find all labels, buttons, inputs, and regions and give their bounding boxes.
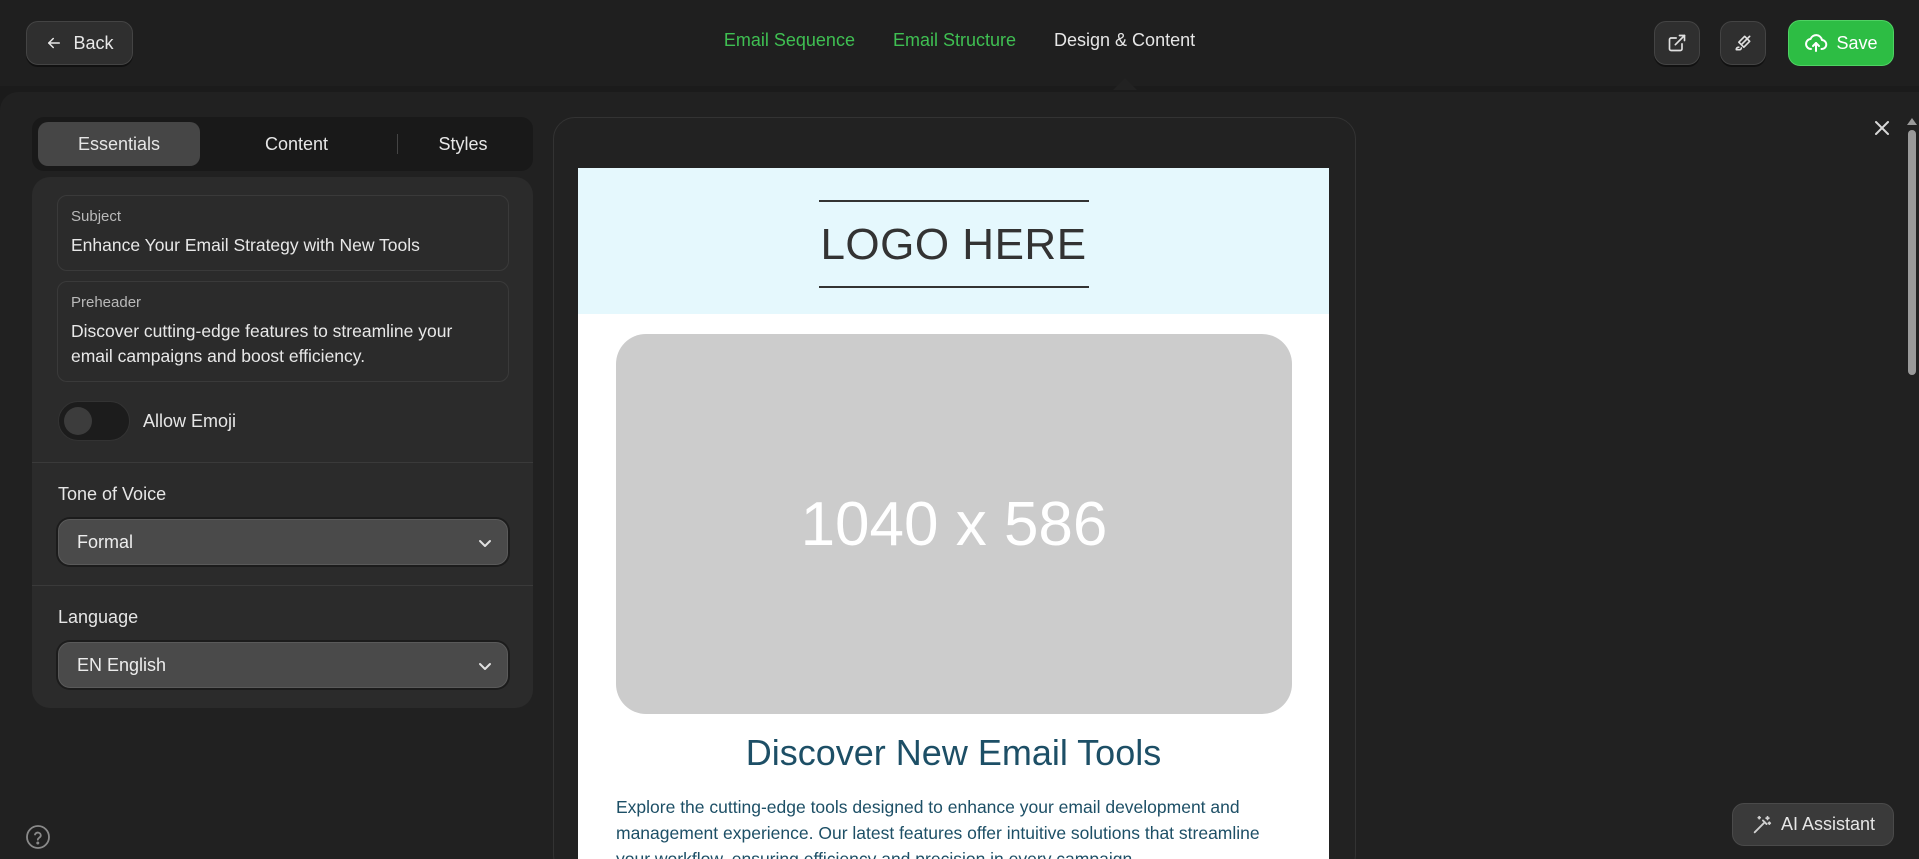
sidebar-tabs: Essentials Content Styles (32, 117, 533, 171)
ai-assistant-button[interactable]: AI Assistant (1732, 803, 1894, 846)
subject-field[interactable]: Subject Enhance Your Email Strategy with… (57, 195, 509, 271)
allow-emoji-label: Allow Emoji (143, 411, 237, 431)
tone-of-voice-value: Formal (77, 531, 134, 552)
cloud-upload-icon (1805, 34, 1828, 52)
logo-rule-top (819, 200, 1089, 202)
language-value: EN English (77, 654, 167, 675)
language-label: Language (58, 607, 139, 627)
scrollbar[interactable] (1908, 130, 1916, 375)
email-header: LOGO HERE (578, 168, 1329, 314)
chevron-down-icon (479, 663, 491, 670)
step-design-content[interactable]: Design & Content (1054, 30, 1195, 51)
tab-styles[interactable]: Styles (398, 122, 528, 166)
preheader-label: Preheader (71, 294, 142, 311)
scroll-up-arrow[interactable] (1907, 118, 1917, 125)
section-divider (32, 585, 533, 586)
brush-icon (1735, 35, 1751, 51)
logo-placeholder: LOGO HERE (820, 220, 1087, 269)
allow-emoji-toggle[interactable] (58, 401, 130, 441)
step-email-structure[interactable]: Email Structure (893, 30, 1016, 51)
preheader-value[interactable]: Discover cutting-edge features to stream… (71, 319, 495, 369)
top-bar: Back Email Sequence Email Structure Desi… (0, 0, 1919, 86)
email-body-text[interactable]: Explore the cutting-edge tools designed … (616, 794, 1292, 859)
tab-essentials[interactable]: Essentials (38, 122, 200, 166)
step-nav: Email Sequence Email Structure Design & … (0, 30, 1919, 51)
close-icon[interactable] (1873, 119, 1891, 137)
magic-wand-icon (1753, 815, 1772, 833)
tone-of-voice-select[interactable]: Formal (58, 519, 508, 565)
tone-of-voice-label: Tone of Voice (58, 484, 167, 504)
toggle-knob (64, 407, 92, 435)
section-divider (32, 462, 533, 463)
hero-image-placeholder[interactable]: 1040 x 586 (616, 334, 1292, 714)
subject-value[interactable]: Enhance Your Email Strategy with New Too… (71, 233, 495, 258)
language-select[interactable]: EN English (58, 642, 508, 688)
step-email-sequence[interactable]: Email Sequence (724, 30, 855, 51)
chevron-down-icon (479, 540, 491, 547)
email-preview: LOGO HERE 1040 x 586 Discover New Email … (578, 168, 1329, 859)
email-title[interactable]: Discover New Email Tools (578, 732, 1329, 774)
ai-assistant-label: AI Assistant (1780, 814, 1876, 834)
tab-content[interactable]: Content (204, 122, 389, 166)
save-button[interactable]: Save (1788, 20, 1894, 66)
open-preview-button[interactable] (1654, 21, 1700, 65)
preheader-field[interactable]: Preheader Discover cutting-edge features… (57, 281, 509, 382)
save-button-label: Save (1836, 32, 1878, 53)
active-step-indicator (1113, 78, 1137, 90)
design-brush-button[interactable] (1720, 21, 1766, 65)
subject-label: Subject (71, 208, 122, 225)
logo-rule-bottom (819, 286, 1089, 288)
help-icon[interactable] (25, 824, 51, 850)
external-link-icon (1668, 34, 1686, 52)
